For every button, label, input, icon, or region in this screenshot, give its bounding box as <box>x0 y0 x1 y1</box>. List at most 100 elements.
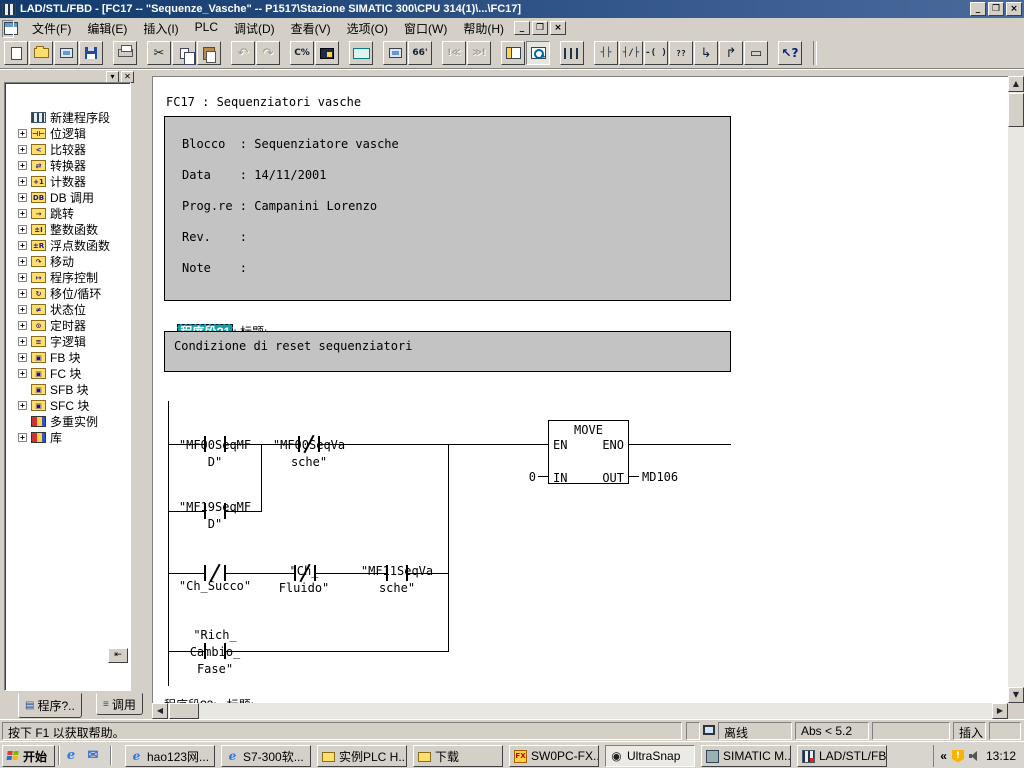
task-swopc-fx[interactable]: FX SW0PC-FX... <box>509 745 599 767</box>
horizontal-scroll-thumb[interactable] <box>169 703 199 719</box>
next-error-button[interactable]: ≫! <box>467 41 491 65</box>
copy-button[interactable] <box>172 41 196 65</box>
tab-call-structure[interactable]: ≡ 调用 <box>96 693 143 715</box>
move-in-value[interactable]: 0 <box>508 470 536 484</box>
monitor-glasses-button[interactable]: 66' <box>408 41 432 65</box>
tree-item-shift-rotate[interactable]: + ↻ 移位/循环 <box>5 285 130 301</box>
minimize-button[interactable]: _ <box>970 2 986 16</box>
tree-expander-icon[interactable]: + <box>18 289 27 298</box>
security-shield-icon[interactable]: ! <box>952 750 964 763</box>
tree-expander-icon[interactable]: + <box>18 257 27 266</box>
coil-button[interactable]: -( ) <box>644 41 668 65</box>
tree-item-libraries[interactable]: + 库 <box>5 429 130 445</box>
tree-expander-icon[interactable]: + <box>18 129 27 138</box>
block-header-comment[interactable]: Blocco : Sequenziatore vasche Data : 14/… <box>164 116 731 301</box>
volume-icon[interactable] <box>969 750 981 762</box>
close-button[interactable]: × <box>1006 2 1022 16</box>
tree-item-new-network[interactable]: 新建程序段 <box>5 109 130 125</box>
cut-button[interactable]: ✂ <box>147 41 171 65</box>
start-button[interactable]: 开始 <box>2 745 55 767</box>
save-button[interactable] <box>79 41 103 65</box>
menu-file[interactable]: 文件(F) <box>24 18 79 39</box>
tree-expander-icon[interactable]: + <box>18 209 27 218</box>
task-lad-stl-fbd[interactable]: LAD/STL/FB... <box>797 745 887 767</box>
paste-button[interactable] <box>197 41 221 65</box>
tree-expander-icon[interactable]: + <box>18 241 27 250</box>
tree-item-db-call[interactable]: + DB DB 调用 <box>5 189 130 205</box>
tree-item-float-functions[interactable]: + ±R 浮点数函数 <box>5 237 130 253</box>
tree-item-sfb-blocks[interactable]: ▣ SFB 块 <box>5 381 130 397</box>
tree-expander-icon[interactable]: + <box>18 193 27 202</box>
tree-item-sfc-blocks[interactable]: + ▣ SFC 块 <box>5 397 130 413</box>
tree-item-word-logic[interactable]: + ≡ 字逻辑 <box>5 333 130 349</box>
tree-item-move[interactable]: + ↷ 移动 <box>5 253 130 269</box>
menu-view[interactable]: 查看(V) <box>283 18 339 39</box>
tree-item-integer-functions[interactable]: + ±I 整数函数 <box>5 221 130 237</box>
restore-button[interactable]: ❐ <box>988 2 1004 16</box>
menu-debug[interactable]: 调试(D) <box>226 18 283 39</box>
tree-expander-icon[interactable]: + <box>18 369 27 378</box>
tray-chevron-icon[interactable]: « <box>940 749 947 763</box>
box-button[interactable]: ?? <box>669 41 693 65</box>
tree-item-timers[interactable]: + ⊙ 定时器 <box>5 317 130 333</box>
network-comment[interactable]: Condizione di reset sequenziatori <box>164 331 731 372</box>
address-field-button[interactable] <box>349 41 373 65</box>
contact-nc-button[interactable]: ┤/├ <box>619 41 643 65</box>
sidebar-collapse-icon[interactable]: ⇤ <box>108 648 128 663</box>
mail-quick-launch-icon[interactable]: ✉ <box>84 747 102 765</box>
scroll-down-icon[interactable]: ▼ <box>1008 687 1024 703</box>
help-cursor-button[interactable]: ↖? <box>778 41 802 65</box>
undo-button[interactable]: ↶ <box>231 41 255 65</box>
open-button[interactable] <box>29 41 53 65</box>
task-simatic-manager[interactable]: SIMATIC M... <box>701 745 791 767</box>
mdi-minimize-button[interactable]: _ <box>514 21 530 35</box>
move-block[interactable]: MOVE EN ENO IN OUT <box>548 420 629 484</box>
tree-item-counter[interactable]: + +1 计数器 <box>5 173 130 189</box>
tree-expander-icon[interactable] <box>18 385 27 394</box>
empty-box-button[interactable]: ▭ <box>744 41 768 65</box>
tree-item-comparator[interactable]: + < 比较器 <box>5 141 130 157</box>
network-button[interactable] <box>383 41 407 65</box>
new-network-button[interactable] <box>560 41 584 65</box>
scroll-left-icon[interactable]: ◀ <box>152 703 168 719</box>
task-download[interactable]: 下载 <box>413 745 503 767</box>
tree-expander-icon[interactable]: + <box>18 353 27 362</box>
detail-view-button[interactable] <box>526 41 550 65</box>
tree-item-status-bits[interactable]: + ≠ 状态位 <box>5 301 130 317</box>
tree-expander-icon[interactable]: + <box>18 225 27 234</box>
tab-program-elements[interactable]: ▤ 程序?.. <box>18 693 82 718</box>
tree-expander-icon[interactable] <box>18 417 27 426</box>
mdi-restore-button[interactable]: ❐ <box>532 21 548 35</box>
task-hao123[interactable]: e hao123网... <box>125 745 215 767</box>
print-button[interactable] <box>113 41 137 65</box>
tree-expander-icon[interactable]: + <box>18 433 27 442</box>
network-station-button[interactable] <box>54 41 78 65</box>
task-plc-example[interactable]: 实例PLC H... <box>317 745 407 767</box>
tree-item-multi-instance[interactable]: 多重实例 <box>5 413 130 429</box>
close-branch-button[interactable]: ↱ <box>719 41 743 65</box>
open-branch-button[interactable]: ↳ <box>694 41 718 65</box>
mdi-close-button[interactable]: × <box>550 21 566 35</box>
scroll-up-icon[interactable]: ▲ <box>1008 76 1024 92</box>
tree-item-fb-blocks[interactable]: + ▣ FB 块 <box>5 349 130 365</box>
contact-no-button[interactable]: ┤├ <box>594 41 618 65</box>
tree-expander-icon[interactable]: + <box>18 161 27 170</box>
menu-window[interactable]: 窗口(W) <box>396 18 455 39</box>
menu-insert[interactable]: 插入(I) <box>135 18 186 39</box>
tree-item-jump[interactable]: + → 跳转 <box>5 205 130 221</box>
monitor-button[interactable] <box>315 41 339 65</box>
tree-expander-icon[interactable]: + <box>18 305 27 314</box>
task-s7-300[interactable]: e S7-300软... <box>221 745 311 767</box>
new-file-button[interactable] <box>4 41 28 65</box>
menu-edit[interactable]: 编辑(E) <box>79 18 135 39</box>
tree-expander-icon[interactable]: + <box>18 145 27 154</box>
tree-item-converter[interactable]: + ⇄ 转换器 <box>5 157 130 173</box>
overview-button[interactable] <box>501 41 525 65</box>
tree-expander-icon[interactable]: + <box>18 177 27 186</box>
tree-expander-icon[interactable]: + <box>18 401 27 410</box>
tree-item-bit-logic[interactable]: + ⊣⊢ 位逻辑 <box>5 125 130 141</box>
scroll-right-icon[interactable]: ▶ <box>992 703 1008 719</box>
tree-expander-icon[interactable] <box>18 113 27 122</box>
tree-item-fc-blocks[interactable]: + ▣ FC 块 <box>5 365 130 381</box>
vertical-scroll-thumb[interactable] <box>1008 93 1024 127</box>
